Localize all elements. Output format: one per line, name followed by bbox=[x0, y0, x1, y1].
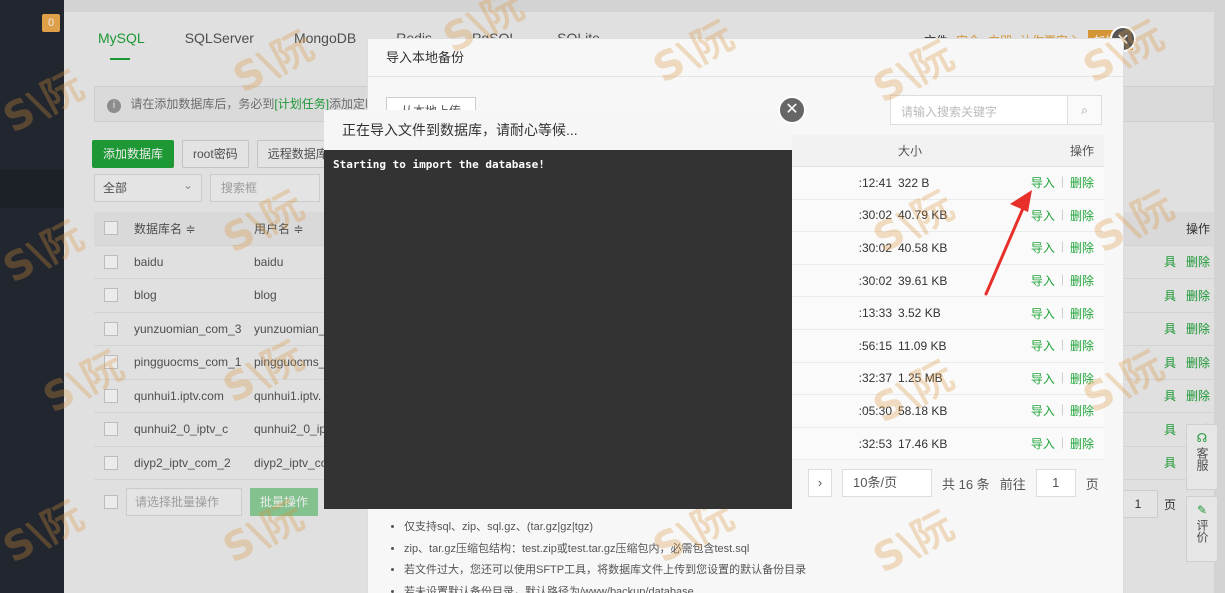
import-link[interactable]: 导入 bbox=[1031, 337, 1055, 354]
tip-item: 若文件过大，您还可以使用SFTP工具，将数据库文件上传到您设置的默认备份目录 bbox=[404, 560, 806, 582]
backup-size: 1.25 MB bbox=[898, 371, 943, 386]
red-arrow-annotation bbox=[984, 190, 1032, 296]
backup-size: 58.18 KB bbox=[898, 403, 948, 418]
import-link[interactable]: 导入 bbox=[1031, 305, 1055, 322]
delete-link[interactable]: 删除 bbox=[1070, 370, 1094, 387]
op-separator: | bbox=[1060, 239, 1064, 254]
search-icon[interactable]: ⌕ bbox=[1067, 96, 1101, 124]
keyword-search: 请输入搜索关键字 ⌕ bbox=[890, 95, 1102, 125]
op-separator: | bbox=[1060, 206, 1064, 221]
dialog-title: 导入本地备份 bbox=[368, 39, 1123, 77]
backup-pager: › 10条/页 共 16 条 前往 1 页 bbox=[808, 469, 1099, 497]
backup-size: 11.09 KB bbox=[898, 338, 947, 353]
page-input[interactable]: 1 bbox=[1035, 469, 1076, 497]
tip-item: 若未设置默认备份目录，默认路径为/www/backup/database bbox=[404, 582, 806, 593]
goto-label: 前往 bbox=[999, 476, 1026, 492]
page-size-select[interactable]: 10条/页 bbox=[842, 469, 932, 497]
total-count: 共 16 条 bbox=[942, 476, 990, 492]
keyword-search-input[interactable]: 请输入搜索关键字 bbox=[901, 103, 997, 120]
import-link[interactable]: 导入 bbox=[1031, 435, 1055, 452]
delete-link[interactable]: 删除 bbox=[1070, 402, 1094, 419]
delete-link[interactable]: 删除 bbox=[1070, 174, 1094, 191]
op-separator: | bbox=[1060, 435, 1064, 450]
import-link[interactable]: 导入 bbox=[1031, 370, 1055, 387]
backup-size: 3.52 KB bbox=[898, 306, 941, 321]
delete-link[interactable]: 删除 bbox=[1070, 305, 1094, 322]
delete-link[interactable]: 删除 bbox=[1070, 435, 1094, 452]
op-separator: | bbox=[1060, 369, 1064, 384]
import-link[interactable]: 导入 bbox=[1031, 402, 1055, 419]
op-separator: | bbox=[1060, 174, 1064, 189]
tip-item: 仅支持sql、zip、sql.gz、(tar.gz|gz|tgz) bbox=[404, 517, 806, 539]
delete-link[interactable]: 删除 bbox=[1070, 337, 1094, 354]
delete-link[interactable]: 删除 bbox=[1070, 207, 1094, 224]
op-separator: | bbox=[1060, 402, 1064, 417]
backup-size: 322 B bbox=[898, 175, 930, 190]
backup-size: 17.46 KB bbox=[898, 436, 948, 451]
modal-title: 正在导入文件到数据库，请耐心等候... bbox=[324, 110, 792, 150]
op-separator: | bbox=[1060, 304, 1064, 319]
import-log: Starting to import the database! bbox=[333, 158, 545, 171]
import-link[interactable]: 导入 bbox=[1031, 174, 1055, 191]
page-unit: 页 bbox=[1085, 476, 1099, 492]
col-size: 大小 bbox=[898, 144, 923, 158]
op-separator: | bbox=[1060, 272, 1064, 287]
op-separator: | bbox=[1060, 337, 1064, 352]
import-tips: 仅支持sql、zip、sql.gz、(tar.gz|gz|tgz) zip、ta… bbox=[390, 517, 806, 593]
col-ops: 操作 bbox=[1069, 144, 1094, 158]
close-icon[interactable]: ✕ bbox=[778, 96, 806, 124]
tip-item: zip、tar.gz压缩包结构：test.zip或test.tar.gz压缩包内… bbox=[404, 539, 806, 561]
delete-link[interactable]: 删除 bbox=[1070, 239, 1094, 256]
delete-link[interactable]: 删除 bbox=[1070, 272, 1094, 289]
import-progress-modal: 正在导入文件到数据库，请耐心等候... Starting to import t… bbox=[324, 110, 792, 509]
next-page-icon[interactable]: › bbox=[808, 469, 832, 497]
